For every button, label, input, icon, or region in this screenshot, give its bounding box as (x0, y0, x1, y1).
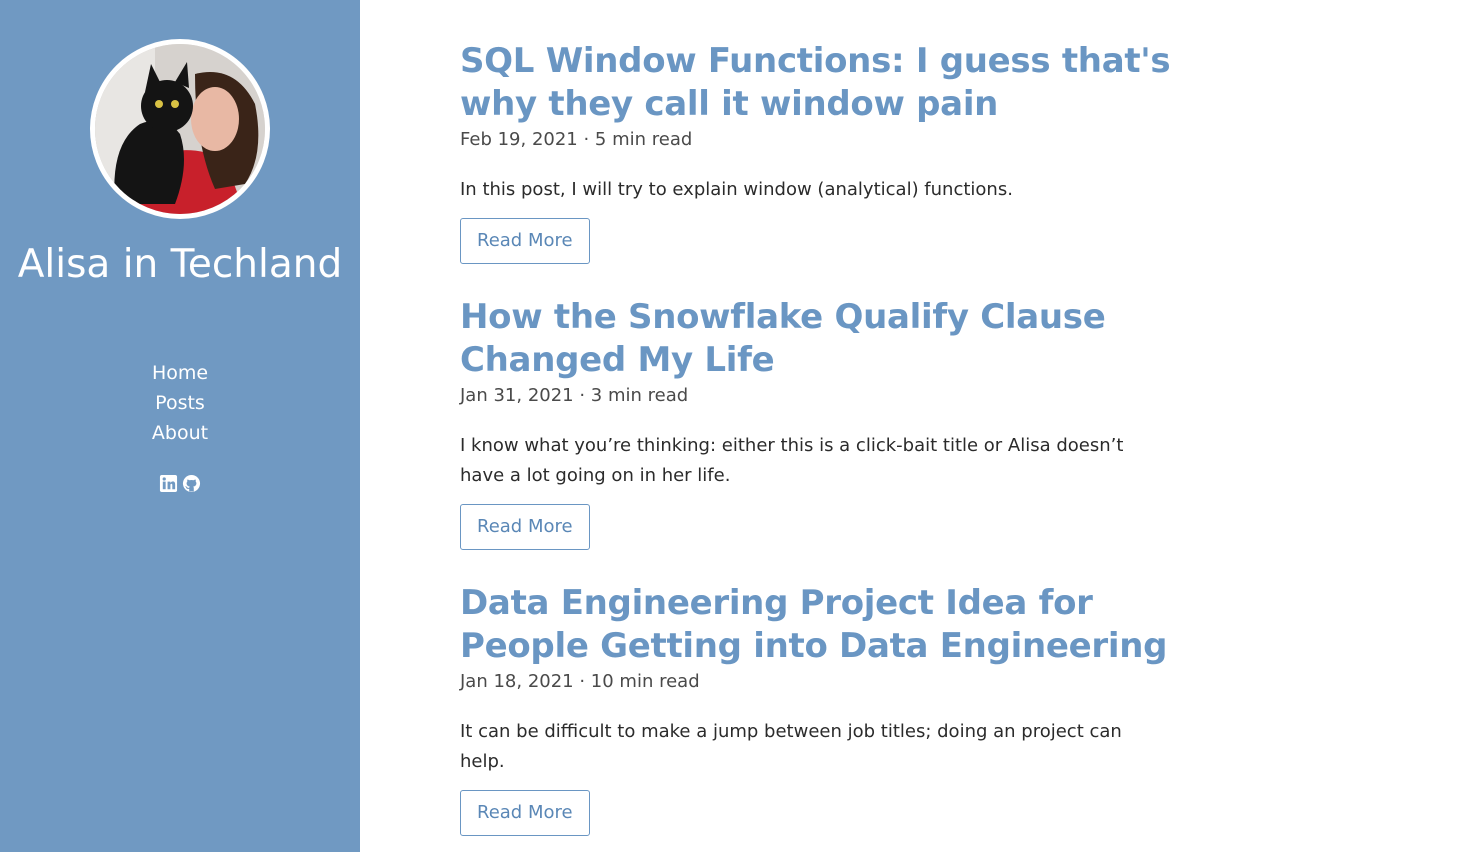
nav-about[interactable]: About (120, 418, 240, 448)
post-title[interactable]: Data Engineering Project Idea for People… (460, 582, 1180, 668)
post-meta: Jan 18, 2021 · 10 min read (460, 671, 700, 692)
read-more-button[interactable]: Read More (460, 218, 590, 264)
site-title[interactable]: Alisa in Techland (0, 240, 360, 290)
avatar-photo (95, 44, 265, 214)
github-icon[interactable] (182, 474, 201, 493)
nav-home[interactable]: Home (120, 358, 240, 388)
post-excerpt: I know what you’re thinking: either this… (460, 435, 1124, 486)
post-item: How the Snowflake Qualify Clause Changed… (460, 296, 1180, 550)
post-item: SQL Window Functions: I guess that's why… (460, 40, 1180, 264)
social-links (0, 474, 360, 493)
post-item: Data Engineering Project Idea for People… (460, 582, 1180, 836)
read-more-button[interactable]: Read More (460, 504, 590, 550)
post-meta: Feb 19, 2021 · 5 min read (460, 129, 693, 150)
read-more-button[interactable]: Read More (460, 790, 590, 836)
linkedin-icon[interactable] (159, 474, 178, 493)
post-excerpt: It can be difficult to make a jump betwe… (460, 721, 1122, 772)
post-title[interactable]: How the Snowflake Qualify Clause Changed… (460, 296, 1180, 382)
avatar[interactable] (90, 39, 270, 219)
page: Alisa in Techland Home Posts About SQL W… (0, 0, 1475, 852)
sidebar: Alisa in Techland Home Posts About (0, 0, 360, 852)
sidebar-nav: Home Posts About (0, 358, 360, 448)
nav-posts[interactable]: Posts (120, 388, 240, 418)
post-meta: Jan 31, 2021 · 3 min read (460, 385, 689, 406)
post-excerpt: In this post, I will try to explain wind… (460, 179, 1013, 200)
post-title[interactable]: SQL Window Functions: I guess that's why… (460, 40, 1180, 126)
